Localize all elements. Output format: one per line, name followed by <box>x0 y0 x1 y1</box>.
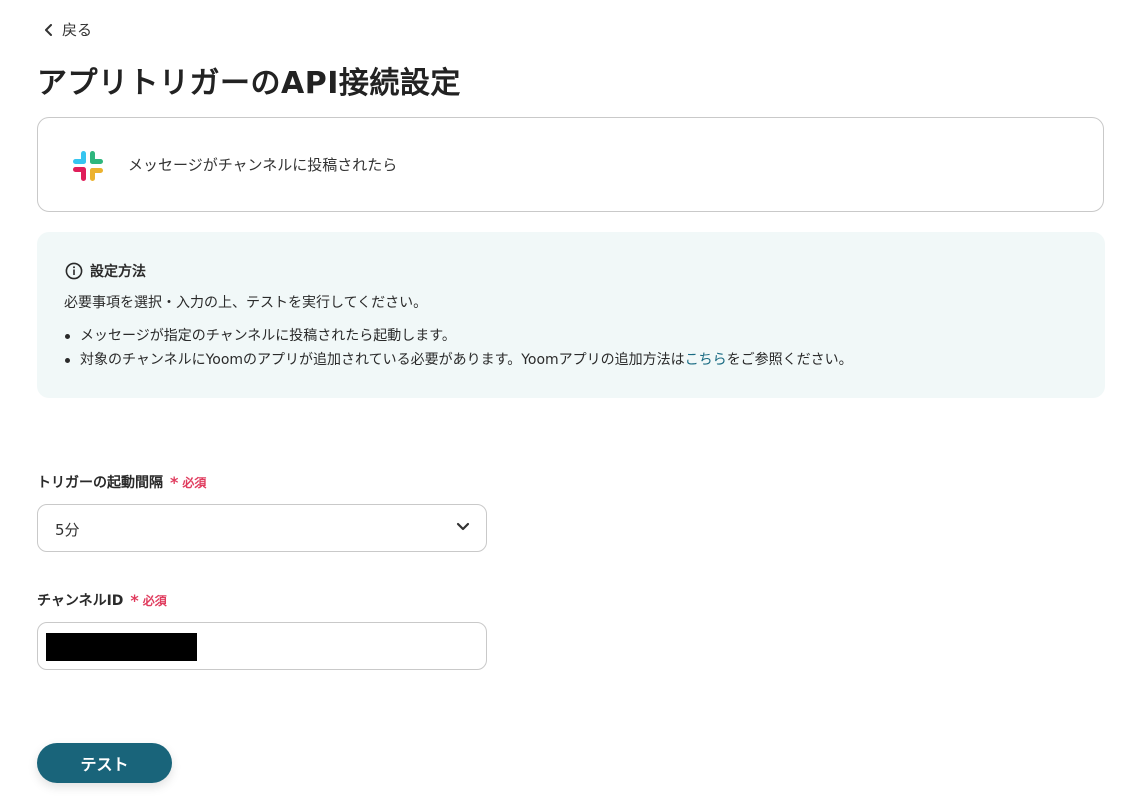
interval-label-text: トリガーの起動間隔 <box>37 475 163 491</box>
channel-id-label-text: チャンネルID <box>37 593 124 609</box>
info-bullet: メッセージが指定のチャンネルに投稿されたら起動します。 <box>64 325 853 349</box>
info-bullet-text-after: をご参照ください。 <box>726 352 853 368</box>
back-label: 戻る <box>62 21 93 39</box>
required-text: 必須 <box>142 593 167 608</box>
info-icon <box>65 262 83 280</box>
info-bullet-text: 対象のチャンネルにYoomのアプリが追加されている必要があります。Yoomアプリ… <box>80 352 685 368</box>
slack-logo-icon <box>73 151 103 181</box>
info-heading-text: 設定方法 <box>90 264 146 280</box>
info-bullet: 対象のチャンネルにYoomのアプリが追加されている必要があります。Yoomアプリ… <box>64 349 853 373</box>
test-button[interactable]: テスト <box>37 743 172 783</box>
back-link[interactable]: 戻る <box>44 19 92 40</box>
required-text: 必須 <box>182 475 207 490</box>
chevron-left-icon <box>45 23 52 36</box>
info-bullet-text: メッセージが指定のチャンネルに投稿されたら起動します。 <box>80 328 456 344</box>
interval-select[interactable]: 5分 <box>37 504 487 552</box>
chevron-down-icon <box>456 522 470 531</box>
info-bullet-list: メッセージが指定のチャンネルに投稿されたら起動します。 対象のチャンネルにYoo… <box>64 325 853 373</box>
info-description: 必要事項を選択・入力の上、テストを実行してください。 <box>64 295 428 311</box>
required-asterisk: * <box>170 472 179 492</box>
channel-id-input[interactable] <box>37 622 487 670</box>
help-link[interactable]: こちら <box>685 352 727 368</box>
interval-select-value: 5分 <box>55 521 80 539</box>
trigger-card: メッセージがチャンネルに投稿されたら <box>37 117 1104 212</box>
page-title: アプリトリガーのAPI接続設定 <box>37 66 461 101</box>
info-heading: 設定方法 <box>65 261 146 281</box>
info-box: 設定方法 必要事項を選択・入力の上、テストを実行してください。 メッセージが指定… <box>37 232 1105 398</box>
redacted-value <box>46 633 197 661</box>
interval-field-label: トリガーの起動間隔 * 必須 <box>37 472 206 492</box>
trigger-label: メッセージがチャンネルに投稿されたら <box>128 156 398 174</box>
channel-id-field-label: チャンネルID * 必須 <box>37 590 167 610</box>
required-asterisk: * <box>130 590 139 610</box>
